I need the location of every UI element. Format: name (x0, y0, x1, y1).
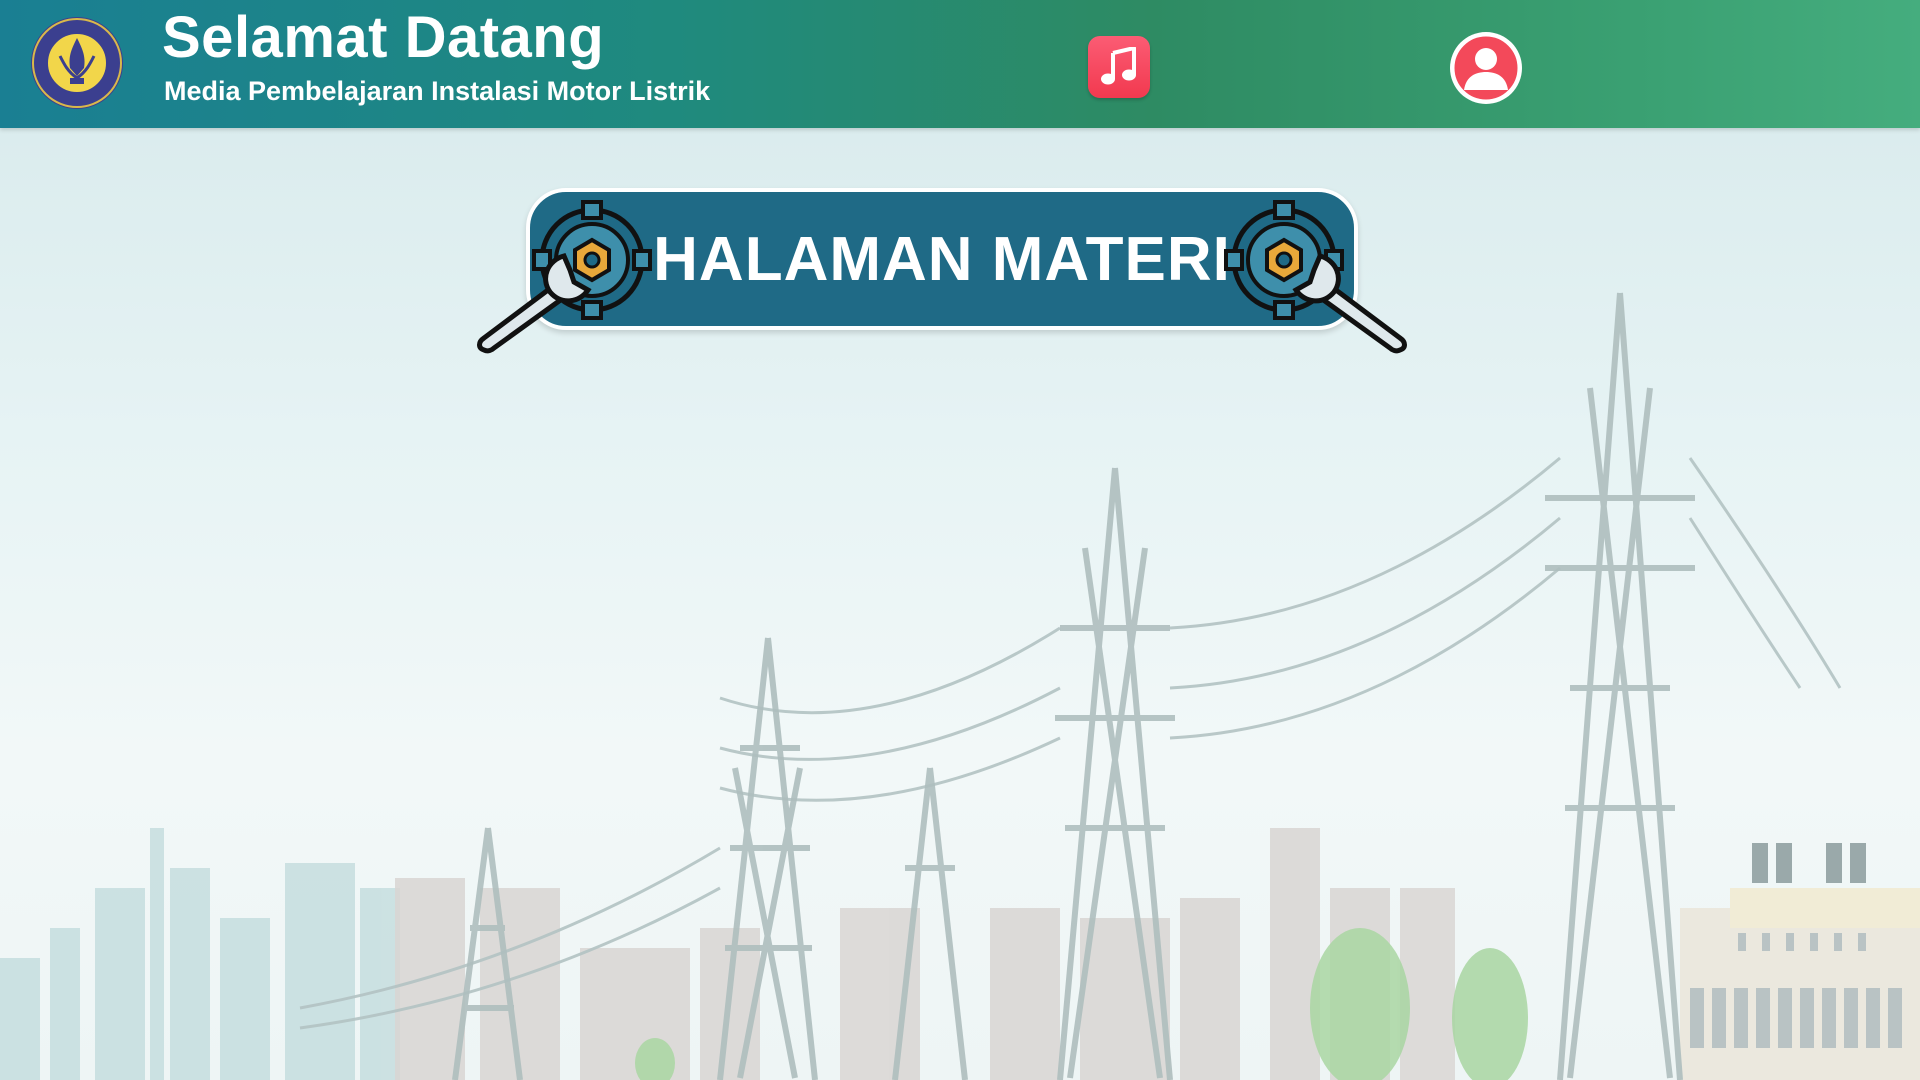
page-subtitle: Media Pembelajaran Instalasi Motor Listr… (164, 76, 711, 106)
music-button[interactable] (1088, 36, 1150, 98)
header-bar: Selamat Datang Media Pembelajaran Instal… (0, 0, 1920, 128)
music-note-icon (1101, 47, 1136, 85)
gear-wrench-icon (1224, 200, 1407, 354)
gear-wrench-icon (477, 200, 652, 354)
page-title: Selamat Datang (162, 5, 605, 70)
user-profile-button[interactable] (1450, 32, 1522, 104)
user-profile-icon (1451, 33, 1521, 103)
university-logo-icon (31, 17, 123, 109)
